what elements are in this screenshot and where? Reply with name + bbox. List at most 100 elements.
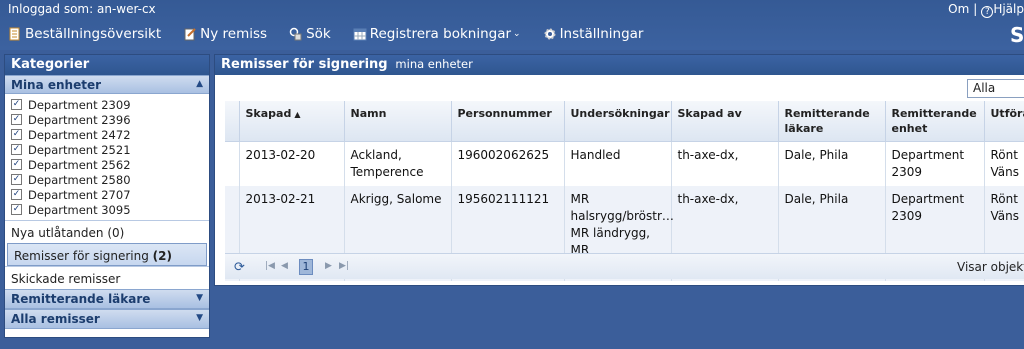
unit-item[interactable]: ✓ Department 2707 bbox=[11, 187, 203, 202]
sidebar: Kategorier Mina enheter ▲ ✓ Department 23… bbox=[4, 54, 210, 338]
cell-referring-unit: Department 2309 bbox=[885, 141, 985, 186]
nav-register-bookings[interactable]: Registrera bokningar ⌄ bbox=[353, 26, 521, 42]
first-page-icon[interactable]: |◀ bbox=[265, 261, 275, 271]
calendar-icon bbox=[353, 28, 367, 41]
filter-bar: Alla bbox=[215, 75, 1024, 101]
sidebar-item-referrals-for-signing[interactable]: Remisser för signering (2) bbox=[7, 243, 207, 266]
sidebar-title: Kategorier bbox=[5, 55, 209, 75]
accordion-referring-physicians[interactable]: Remitterande läkare ▼ bbox=[5, 289, 209, 309]
nav-label: Sök bbox=[306, 26, 331, 42]
unit-item[interactable]: ✓ Department 2309 bbox=[11, 97, 203, 112]
filter-select[interactable]: Alla bbox=[967, 79, 1024, 98]
pager: ⟳ |◀ ◀ 1 ▶ ▶| Visar objekt bbox=[225, 253, 1024, 279]
about-link[interactable]: Om bbox=[948, 2, 969, 16]
cell-examinations: Handled bbox=[564, 141, 672, 186]
nav-search[interactable]: Sök bbox=[289, 26, 331, 42]
accordion-label: Alla remisser bbox=[11, 312, 100, 326]
last-page-icon[interactable]: ▶| bbox=[339, 261, 349, 271]
unit-label: Department 2562 bbox=[28, 157, 131, 172]
next-page-icon[interactable]: ▶ bbox=[325, 261, 332, 271]
order-overview-icon bbox=[9, 27, 20, 41]
cell-personal-number: 196002062625 bbox=[451, 141, 565, 186]
column-header-referring-physician[interactable]: Remitterande läkare bbox=[778, 101, 886, 142]
refresh-icon[interactable]: ⟳ bbox=[234, 260, 245, 275]
pager-info: Visar objekt bbox=[957, 260, 1024, 274]
sidebar-item-sent-referrals[interactable]: Skickade remisser bbox=[5, 266, 209, 289]
accordion-all-referrals[interactable]: Alla remisser ▼ bbox=[5, 309, 209, 329]
unit-item[interactable]: ✓ Department 2472 bbox=[11, 127, 203, 142]
help-link[interactable]: Hjälp bbox=[993, 2, 1024, 16]
unit-item[interactable]: ✓ Department 3095 bbox=[11, 202, 203, 217]
row-selector bbox=[225, 141, 240, 186]
prev-page-icon[interactable]: ◀ bbox=[281, 261, 288, 271]
accordion-my-units[interactable]: Mina enheter ▲ bbox=[5, 75, 209, 94]
chevron-down-icon: ▼ bbox=[196, 313, 203, 323]
checkbox[interactable]: ✓ bbox=[11, 129, 22, 140]
page-number[interactable]: 1 bbox=[299, 259, 313, 275]
chevron-up-icon: ▲ bbox=[196, 79, 203, 89]
sort-ascending-icon: ▲ bbox=[294, 110, 301, 119]
unit-label: Department 2707 bbox=[28, 187, 131, 202]
checkbox[interactable]: ✓ bbox=[11, 174, 22, 185]
column-header-name[interactable]: Namn bbox=[344, 101, 452, 142]
column-header-performing[interactable]: Utföra bbox=[984, 101, 1024, 142]
panel-title: Remisser för signering bbox=[221, 57, 388, 72]
checkbox[interactable]: ✓ bbox=[11, 144, 22, 155]
unit-label: Department 3095 bbox=[28, 202, 131, 217]
column-header-personal-number[interactable]: Personnummer bbox=[451, 101, 565, 142]
sidebar-item-label: Remisser för signering bbox=[14, 249, 149, 263]
cell-performing: Rönt Väns bbox=[984, 141, 1024, 186]
unit-label: Department 2521 bbox=[28, 142, 131, 157]
table-header-row: Skapad ▲ Namn Personnummer Undersökningar… bbox=[225, 101, 1024, 142]
nav-label: Beställningsöversikt bbox=[25, 26, 162, 42]
unit-label: Department 2472 bbox=[28, 127, 131, 142]
help-icon[interactable]: ? bbox=[981, 6, 994, 18]
chevron-down-icon: ▼ bbox=[196, 293, 203, 303]
unit-label: Department 2580 bbox=[28, 172, 131, 187]
new-referral-icon bbox=[184, 28, 196, 41]
sidebar-item-new-reports[interactable]: Nya utlåtanden (0) bbox=[5, 220, 209, 243]
panel-header: Remisser för signering mina enheter bbox=[215, 55, 1024, 75]
column-header-created[interactable]: Skapad ▲ bbox=[239, 101, 345, 142]
checkbox[interactable]: ✓ bbox=[11, 99, 22, 110]
checkbox[interactable]: ✓ bbox=[11, 159, 22, 170]
cell-referring-physician: Dale, Phila bbox=[778, 141, 886, 186]
logged-in-label: Inloggad som: an-wer-cx bbox=[8, 2, 156, 16]
top-right-links: Om |? Hjälp bbox=[948, 2, 1024, 18]
unit-label: Department 2396 bbox=[28, 112, 131, 127]
accordion-label: Remitterande läkare bbox=[11, 292, 151, 306]
unit-item[interactable]: ✓ Department 2580 bbox=[11, 172, 203, 187]
table-row[interactable]: 2013-02-20 Ackland, Temperence 196002062… bbox=[225, 141, 1024, 186]
cell-name: Ackland, Temperence bbox=[344, 141, 452, 186]
checkbox[interactable]: ✓ bbox=[11, 189, 22, 200]
nav-label: Registrera bokningar bbox=[369, 26, 512, 42]
unit-item[interactable]: ✓ Department 2521 bbox=[11, 142, 203, 157]
unit-item[interactable]: ✓ Department 2396 bbox=[11, 112, 203, 127]
cell-created: 2013-02-20 bbox=[239, 141, 345, 186]
gear-icon bbox=[544, 28, 556, 40]
column-header-created-by[interactable]: Skapad av bbox=[671, 101, 779, 142]
checkbox[interactable]: ✓ bbox=[11, 114, 22, 125]
chevron-down-icon: ⌄ bbox=[513, 29, 521, 39]
nav-label: Ny remiss bbox=[200, 26, 268, 42]
accordion-label: Mina enheter bbox=[11, 78, 102, 92]
count-badge: (2) bbox=[152, 249, 172, 263]
main-panel: Remisser för signering mina enheter Alla… bbox=[214, 54, 1024, 286]
separator: | bbox=[973, 2, 978, 16]
column-header-referring-unit[interactable]: Remitterande enhet bbox=[885, 101, 985, 142]
logo: S bbox=[1010, 23, 1024, 45]
column-header-examinations[interactable]: Undersökningar bbox=[564, 101, 672, 142]
cell-created-by: th-axe-dx, bbox=[671, 141, 779, 186]
nav-new-referral[interactable]: Ny remiss bbox=[183, 26, 267, 42]
unit-item[interactable]: ✓ Department 2562 bbox=[11, 157, 203, 172]
unit-label: Department 2309 bbox=[28, 97, 131, 112]
nav-label: Inställningar bbox=[559, 26, 644, 42]
main-nav: Beställningsöversikt Ny remiss Sök Regis… bbox=[8, 26, 665, 42]
panel-subtitle: mina enheter bbox=[395, 57, 473, 71]
search-icon bbox=[289, 27, 302, 41]
nav-order-overview[interactable]: Beställningsöversikt bbox=[8, 26, 161, 42]
row-selector-header bbox=[225, 101, 240, 142]
nav-settings[interactable]: Inställningar bbox=[543, 26, 644, 42]
column-label: Skapad bbox=[245, 107, 292, 120]
checkbox[interactable]: ✓ bbox=[11, 204, 22, 215]
